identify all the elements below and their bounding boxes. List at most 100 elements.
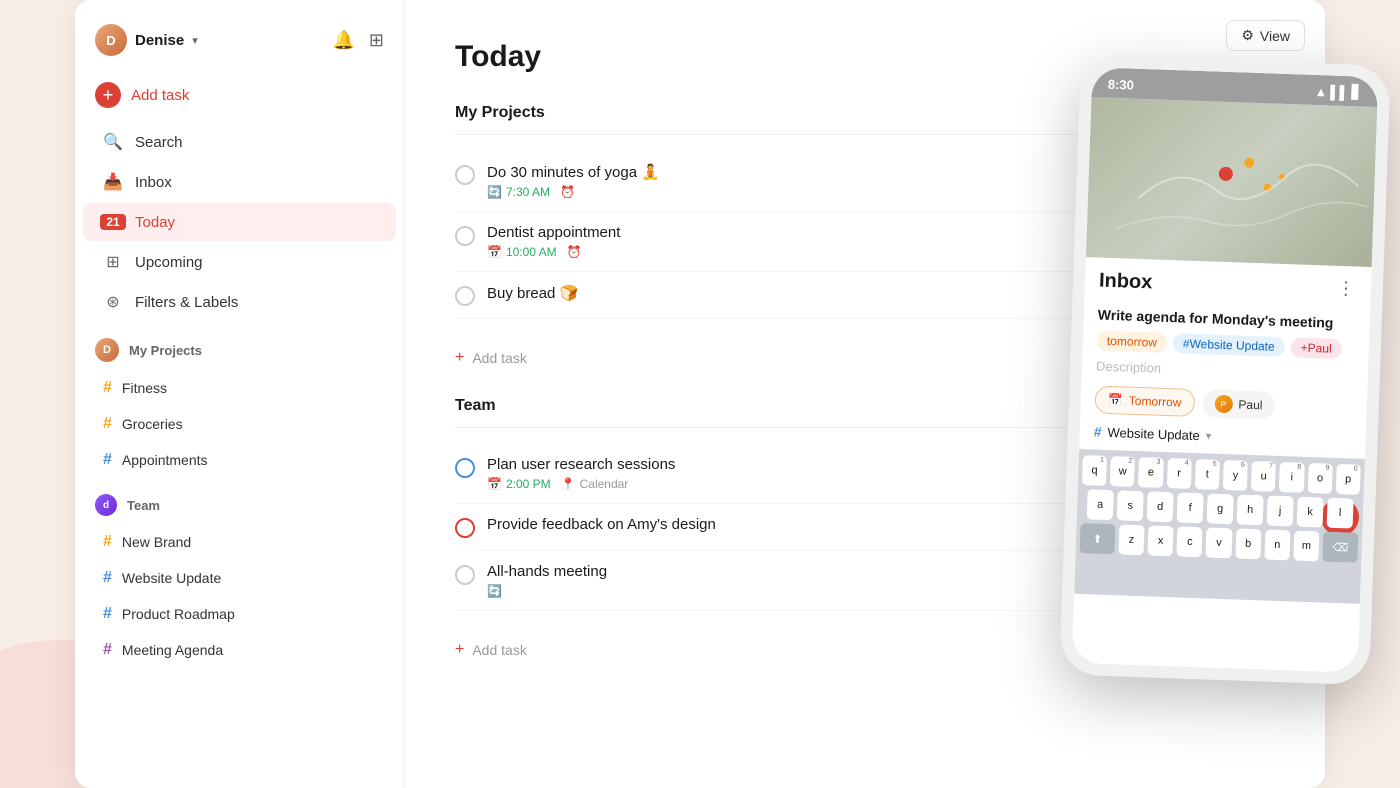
task-time-yoga: 🔄 7:30 AM [487, 185, 550, 199]
keyboard-row-3: ⬆ z x c v b n m ⌫ [1080, 523, 1359, 563]
more-options-icon[interactable]: ⋮ [1337, 278, 1358, 300]
view-button[interactable]: ⚙ View [1226, 20, 1305, 51]
hash-icon: # [103, 451, 112, 469]
project-label: Fitness [122, 380, 167, 396]
key-g[interactable]: g [1207, 493, 1234, 524]
team-avatar: d [95, 494, 117, 516]
key-r[interactable]: r4 [1166, 458, 1191, 489]
key-v[interactable]: v [1206, 527, 1232, 558]
sidebar-item-meeting-agenda[interactable]: # Meeting Agenda [83, 633, 396, 667]
time-value: 2:00 PM [506, 477, 551, 491]
time-value: 7:30 AM [506, 185, 550, 199]
task-checkbox-yoga[interactable] [455, 165, 475, 185]
task-time-dentist: 📅 10:00 AM [487, 245, 557, 259]
task-checkbox-feedback[interactable] [455, 518, 475, 538]
project-label: Groceries [122, 416, 183, 432]
key-k[interactable]: k [1297, 497, 1324, 528]
sidebar-item-upcoming[interactable]: ⊞ Upcoming [83, 243, 396, 281]
key-o[interactable]: o9 [1307, 463, 1332, 494]
sidebar-item-appointments[interactable]: # Appointments [83, 443, 396, 477]
key-t[interactable]: t5 [1195, 459, 1220, 490]
hash-icon: # [103, 415, 112, 433]
add-task-button[interactable]: + Add task [75, 72, 404, 118]
location-badge: 📍 Calendar [561, 477, 629, 491]
time-value: 10:00 AM [506, 245, 557, 259]
task-checkbox-allhands[interactable] [455, 565, 475, 585]
project-label: Appointments [122, 452, 208, 468]
dropdown-icon: ▾ [1206, 429, 1212, 442]
today-badge: 21 [100, 214, 125, 230]
key-u[interactable]: u7 [1251, 461, 1276, 492]
phone-assignee-button[interactable]: P Paul [1202, 389, 1275, 419]
battery-icon: ▋ [1351, 84, 1362, 100]
key-i[interactable]: i8 [1279, 462, 1304, 493]
sidebar-item-inbox[interactable]: 📥 Inbox [83, 163, 396, 201]
sidebar-item-filters[interactable]: ⊛ Filters & Labels [83, 283, 396, 321]
add-task-label: Add task [472, 642, 526, 658]
key-h[interactable]: h [1237, 495, 1264, 526]
sidebar-item-today[interactable]: 21 Today [83, 203, 396, 241]
key-w[interactable]: w2 [1110, 456, 1135, 487]
key-f[interactable]: f [1177, 492, 1204, 523]
signal-icons: ▲ ▌▌ ▋ [1314, 83, 1362, 101]
sidebar-item-website-update[interactable]: # Website Update [83, 561, 396, 595]
hash-icon: # [103, 569, 112, 587]
key-y[interactable]: y6 [1223, 460, 1248, 491]
phone-keyboard: q1 w2 e3 r4 t5 y6 u7 i8 o9 p0 a s [1074, 449, 1365, 604]
phone-task-card: Write agenda for Monday's meeting tomorr… [1079, 302, 1370, 459]
phone-mockup: 8:30 ▲ ▌▌ ▋ [1070, 60, 1380, 680]
phone-project-name: Website Update [1107, 424, 1200, 442]
sidebar-item-product-roadmap[interactable]: # Product Roadmap [83, 597, 396, 631]
upcoming-icon: ⊞ [103, 252, 123, 272]
tomorrow-label: Tomorrow [1129, 394, 1182, 410]
avatar: D [95, 24, 127, 56]
task-time-user-research: 📅 2:00 PM [487, 477, 551, 491]
task-checkbox-dentist[interactable] [455, 226, 475, 246]
key-e[interactable]: e3 [1138, 457, 1163, 488]
notification-icon[interactable]: 🔔 [332, 30, 354, 51]
tag-website: #Website Update [1173, 333, 1285, 357]
project-label: Website Update [122, 570, 221, 586]
phone-outer: 8:30 ▲ ▌▌ ▋ [1059, 55, 1390, 685]
alarm-icon-yoga: ⏰ [560, 185, 575, 199]
key-shift[interactable]: ⬆ [1080, 523, 1116, 554]
key-l[interactable]: l [1327, 498, 1354, 529]
hash-icon: # [103, 533, 112, 551]
user-menu[interactable]: D Denise ▾ [95, 24, 198, 56]
sidebar-item-new-brand[interactable]: # New Brand [83, 525, 396, 559]
key-b[interactable]: b [1235, 528, 1261, 559]
key-c[interactable]: c [1177, 526, 1203, 557]
hash-icon: # [103, 641, 112, 659]
phone-tomorrow-button[interactable]: 📅 Tomorrow [1094, 385, 1195, 416]
sidebar-item-search[interactable]: 🔍 Search [83, 123, 396, 161]
project-label: Meeting Agenda [122, 642, 223, 658]
description-placeholder[interactable]: Description [1096, 359, 1354, 383]
layout-icon[interactable]: ⊞ [369, 30, 384, 51]
key-j[interactable]: j [1267, 496, 1294, 527]
sidebar-header: D Denise ▾ 🔔 ⊞ [75, 16, 404, 72]
key-m[interactable]: m [1293, 531, 1319, 562]
sidebar-item-label: Inbox [135, 174, 172, 191]
phone-time: 8:30 [1108, 76, 1135, 92]
alarm-icon-dentist: ⏰ [567, 245, 582, 259]
sidebar-item-groceries[interactable]: # Groceries [83, 407, 396, 441]
sidebar-item-label: Today [135, 214, 175, 231]
key-z[interactable]: z [1118, 524, 1144, 555]
key-x[interactable]: x [1148, 525, 1174, 556]
today-icon: 21 [103, 212, 123, 232]
key-q[interactable]: q1 [1082, 455, 1107, 486]
key-p[interactable]: p0 [1336, 464, 1361, 495]
header-actions: 🔔 ⊞ [332, 30, 384, 51]
task-checkbox-bread[interactable] [455, 286, 475, 306]
task-checkbox-user-research[interactable] [455, 458, 475, 478]
sidebar-item-label: Filters & Labels [135, 294, 238, 311]
my-projects-section-label: D My Projects [75, 322, 404, 370]
key-delete[interactable]: ⌫ [1323, 532, 1359, 563]
key-a[interactable]: a [1087, 489, 1114, 520]
sidebar-item-fitness[interactable]: # Fitness [83, 371, 396, 405]
phone-inbox-label: Inbox [1099, 270, 1358, 302]
key-d[interactable]: d [1147, 491, 1174, 522]
key-s[interactable]: s [1117, 490, 1144, 521]
key-n[interactable]: n [1264, 530, 1290, 561]
project-label: Product Roadmap [122, 606, 235, 622]
